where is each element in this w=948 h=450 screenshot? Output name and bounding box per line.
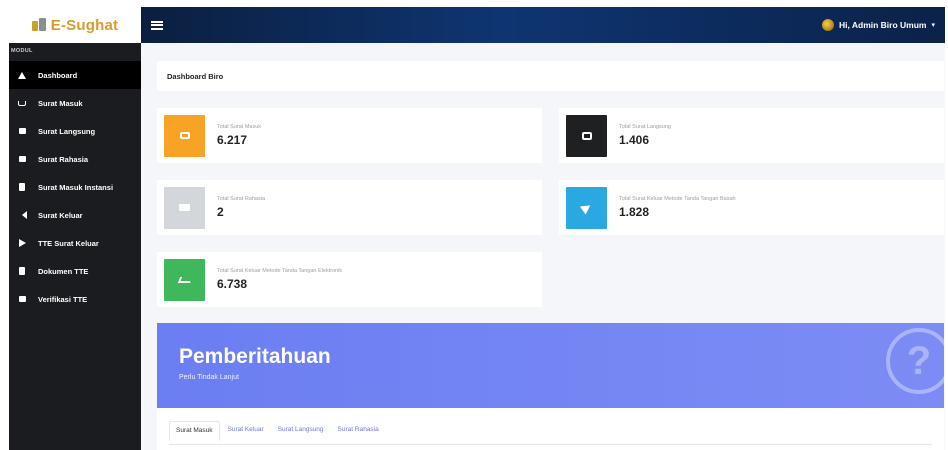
user-avatar	[821, 19, 834, 31]
breadcrumb: Dashboard Biro	[157, 61, 944, 91]
document-icon	[18, 267, 26, 275]
envelope-icon	[164, 186, 205, 229]
sidebar-item-verifikasi-tte[interactable]: Verifikasi TTE	[9, 285, 141, 313]
banner-subtitle: Perlu Tindak Lanjut	[179, 374, 239, 381]
stat-card-surat-keluar-elektronik[interactable]: Total Surat Keluar Metode Tanda Tangan E…	[157, 252, 542, 307]
building-books-icon	[31, 18, 46, 32]
brand-logo-area[interactable]: E-Sughat	[9, 7, 141, 43]
sidebar-item-label: Surat Keluar	[38, 210, 83, 220]
sidebar-item-surat-rahasia[interactable]: Surat Rahasia	[9, 145, 141, 173]
tray-icon	[566, 114, 607, 157]
chevron-down-icon: ▾	[931, 22, 935, 29]
sidebar-item-label: Dokumen TTE	[38, 266, 89, 276]
inbox-icon	[18, 99, 26, 107]
sidebar-heading: MODUL	[11, 48, 33, 54]
sidebar-item-label: Verifikasi TTE	[38, 294, 88, 304]
sidebar-item-surat-masuk[interactable]: Surat Masuk	[9, 89, 141, 117]
question-circle-icon: ?	[886, 328, 944, 394]
stat-value: 1.828	[619, 205, 650, 219]
sidebar-item-dashboard[interactable]: Dashboard	[9, 61, 141, 89]
top-navbar: Hi, Admin Biro Umum ▾	[141, 7, 945, 43]
sidebar: MODUL Dashboard Surat Masuk Surat Langsu…	[9, 43, 141, 450]
user-greeting: Hi, Admin Biro Umum	[838, 20, 927, 30]
tab-list: Surat Masuk Surat Keluar Surat Langsung …	[169, 421, 385, 441]
stat-card-surat-langsung[interactable]: Total Surat Langsung 1.406	[559, 108, 944, 163]
stat-value: 1.406	[619, 133, 650, 147]
verify-icon	[18, 295, 26, 303]
tab-surat-langsung[interactable]: Surat Langsung	[272, 421, 330, 441]
stat-card-surat-masuk[interactable]: Total Surat Masuk 6.217	[157, 108, 542, 163]
tab-surat-rahasia[interactable]: Surat Rahasia	[332, 421, 385, 441]
play-icon	[18, 239, 26, 247]
stat-label: Total Surat Langsung	[619, 124, 671, 130]
stat-card-surat-keluar-basah[interactable]: Total Surat Keluar Metode Tanda Tangan B…	[559, 180, 944, 235]
sidebar-item-surat-langsung[interactable]: Surat Langsung	[9, 117, 141, 145]
send-icon	[566, 186, 607, 229]
stat-label: Total Surat Keluar Metode Tanda Tangan E…	[217, 268, 343, 274]
tab-divider	[169, 444, 932, 445]
hamburger-icon[interactable]	[151, 20, 163, 30]
stat-value: 6.738	[217, 277, 248, 291]
stat-label: Total Surat Rahasia	[217, 196, 265, 202]
sidebar-item-label: Surat Rahasia	[38, 154, 89, 164]
tab-surat-masuk[interactable]: Surat Masuk	[169, 421, 220, 441]
user-menu[interactable]: Hi, Admin Biro Umum ▾	[821, 19, 935, 31]
sidebar-item-surat-masuk-instansi[interactable]: Surat Masuk Instansi	[9, 173, 141, 201]
stat-card-surat-rahasia[interactable]: Total Surat Rahasia 2	[157, 180, 542, 235]
envelope-icon	[18, 155, 26, 163]
page-title: Dashboard Biro	[167, 71, 224, 81]
stat-label: Total Surat Keluar Metode Tanda Tangan B…	[619, 196, 736, 202]
signature-icon	[164, 258, 205, 301]
stat-value: 2	[217, 205, 224, 219]
sidebar-item-dokumen-tte[interactable]: Dokumen TTE	[9, 257, 141, 285]
inbox-icon	[164, 114, 205, 157]
brand-name: E-Sughat	[50, 16, 119, 34]
tray-icon	[18, 127, 26, 135]
app-frame: E-Sughat Hi, Admin Biro Umum ▾ MODUL Das…	[9, 7, 945, 450]
sidebar-item-tte-surat-keluar[interactable]: TTE Surat Keluar	[9, 229, 141, 257]
sidebar-item-label: Surat Masuk Instansi	[38, 182, 114, 192]
banner-title: Pemberitahuan	[179, 345, 331, 368]
stat-label: Total Surat Masuk	[217, 124, 262, 130]
announcement-banner: Pemberitahuan Perlu Tindak Lanjut ?	[157, 323, 944, 408]
sidebar-item-label: Surat Masuk	[38, 98, 83, 108]
send-icon	[18, 211, 27, 219]
notification-tabs-panel: Surat Masuk Surat Keluar Surat Langsung …	[157, 408, 944, 450]
home-icon	[18, 71, 26, 79]
stat-value: 6.217	[217, 133, 248, 147]
sidebar-item-label: Dashboard	[38, 70, 78, 80]
tab-surat-keluar[interactable]: Surat Keluar	[222, 421, 270, 441]
sidebar-item-label: Surat Langsung	[38, 126, 96, 136]
document-icon	[18, 183, 26, 191]
sidebar-item-label: TTE Surat Keluar	[38, 238, 99, 248]
sidebar-item-surat-keluar[interactable]: Surat Keluar	[9, 201, 141, 229]
